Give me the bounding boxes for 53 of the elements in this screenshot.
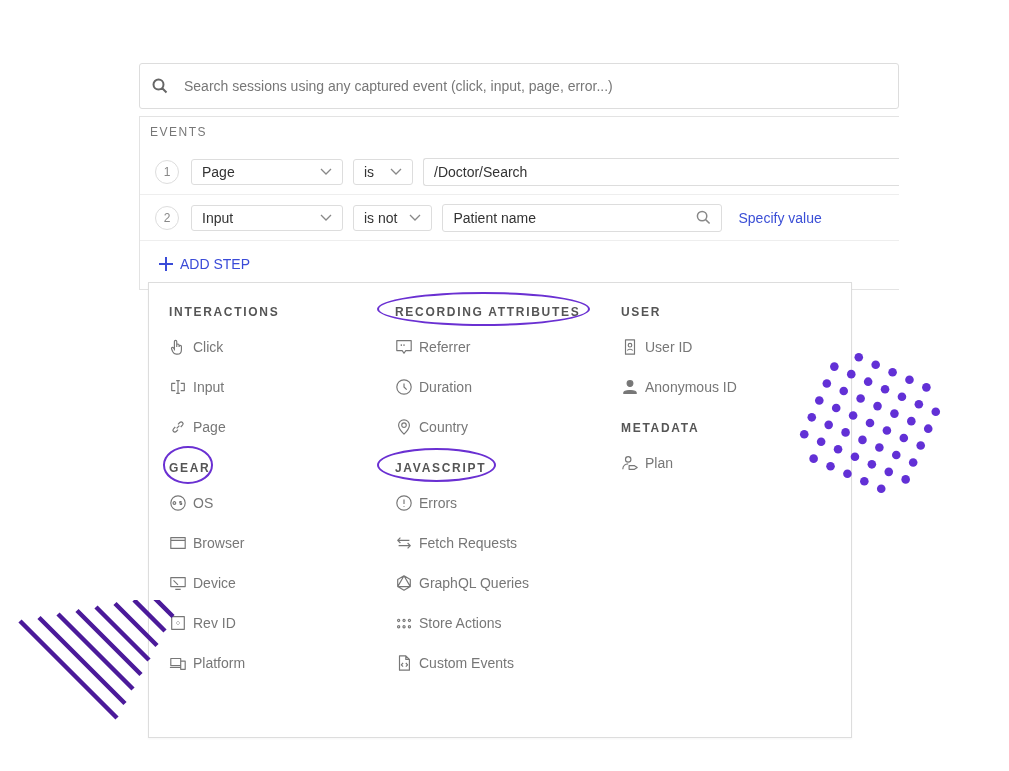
search-icon xyxy=(152,78,168,94)
search-icon xyxy=(696,210,712,225)
os-badge-icon xyxy=(169,494,187,512)
text-cursor-icon xyxy=(169,378,187,396)
menu-item[interactable]: Input xyxy=(169,367,395,407)
event-dropdown[interactable]: Input xyxy=(191,204,343,231)
add-step-button[interactable]: ADD STEP xyxy=(158,256,250,272)
search-field[interactable]: Search sessions using any captured event (click, input, page, error...) xyxy=(139,63,899,109)
menu-item[interactable]: Browser xyxy=(169,523,395,563)
monitor-icon xyxy=(169,574,187,592)
menu-item[interactable]: Duration xyxy=(395,367,621,407)
quote-bubble-icon xyxy=(395,338,413,356)
chevron-down-icon xyxy=(320,167,332,176)
section-title: EVENTS xyxy=(149,125,208,139)
group-heading: USER xyxy=(621,305,662,319)
menu-item[interactable]: Page xyxy=(169,407,395,447)
menu-item[interactable]: User ID xyxy=(621,327,847,367)
menu-item[interactable]: Device xyxy=(169,563,395,603)
menu-item[interactable]: Referrer xyxy=(395,327,621,367)
menu-item[interactable]: Country xyxy=(395,407,621,447)
menu-item[interactable]: GraphQL Queries xyxy=(395,563,621,603)
location-pin-icon xyxy=(395,418,413,436)
chevron-down-icon xyxy=(409,213,422,222)
chevron-down-icon xyxy=(390,167,402,176)
menu-item[interactable]: Plan xyxy=(621,443,847,483)
operator-dropdown[interactable]: is not xyxy=(353,204,433,231)
menu-item[interactable]: Anonymous ID xyxy=(621,367,847,407)
chevron-down-icon xyxy=(320,213,332,222)
group-heading: INTERACTIONS xyxy=(169,305,280,319)
group-heading: RECORDING ATTRIBUTES xyxy=(395,305,581,319)
menu-item[interactable]: Errors xyxy=(395,483,621,523)
menu-item[interactable]: Custom Events xyxy=(395,643,621,683)
value-field[interactable]: /Doctor/Search xyxy=(423,157,899,186)
link-icon xyxy=(169,418,187,436)
person-icon xyxy=(621,378,639,396)
specify-value-link[interactable]: Specify value xyxy=(738,209,822,226)
clock-icon xyxy=(395,378,413,396)
group-heading: METADATA xyxy=(621,421,700,435)
menu-item[interactable]: OS xyxy=(169,483,395,523)
group-heading: GEAR xyxy=(169,461,211,475)
group-heading: JAVASCRIPT xyxy=(395,461,487,475)
plus-icon xyxy=(158,256,174,272)
value-field[interactable]: Patient name xyxy=(442,203,723,232)
event-dropdown[interactable]: Page xyxy=(191,158,343,185)
menu-item[interactable]: Rev ID xyxy=(169,603,395,643)
hexagon-graph-icon xyxy=(395,574,413,592)
operator-dropdown[interactable]: is xyxy=(353,158,413,185)
menu-item[interactable]: Click xyxy=(169,327,395,367)
browser-window-icon xyxy=(169,534,187,552)
menu-item[interactable]: Fetch Requests xyxy=(395,523,621,563)
menu-item[interactable]: Store Actions xyxy=(395,603,621,643)
user-tag-icon xyxy=(621,454,639,472)
menu-item[interactable]: Platform xyxy=(169,643,395,683)
